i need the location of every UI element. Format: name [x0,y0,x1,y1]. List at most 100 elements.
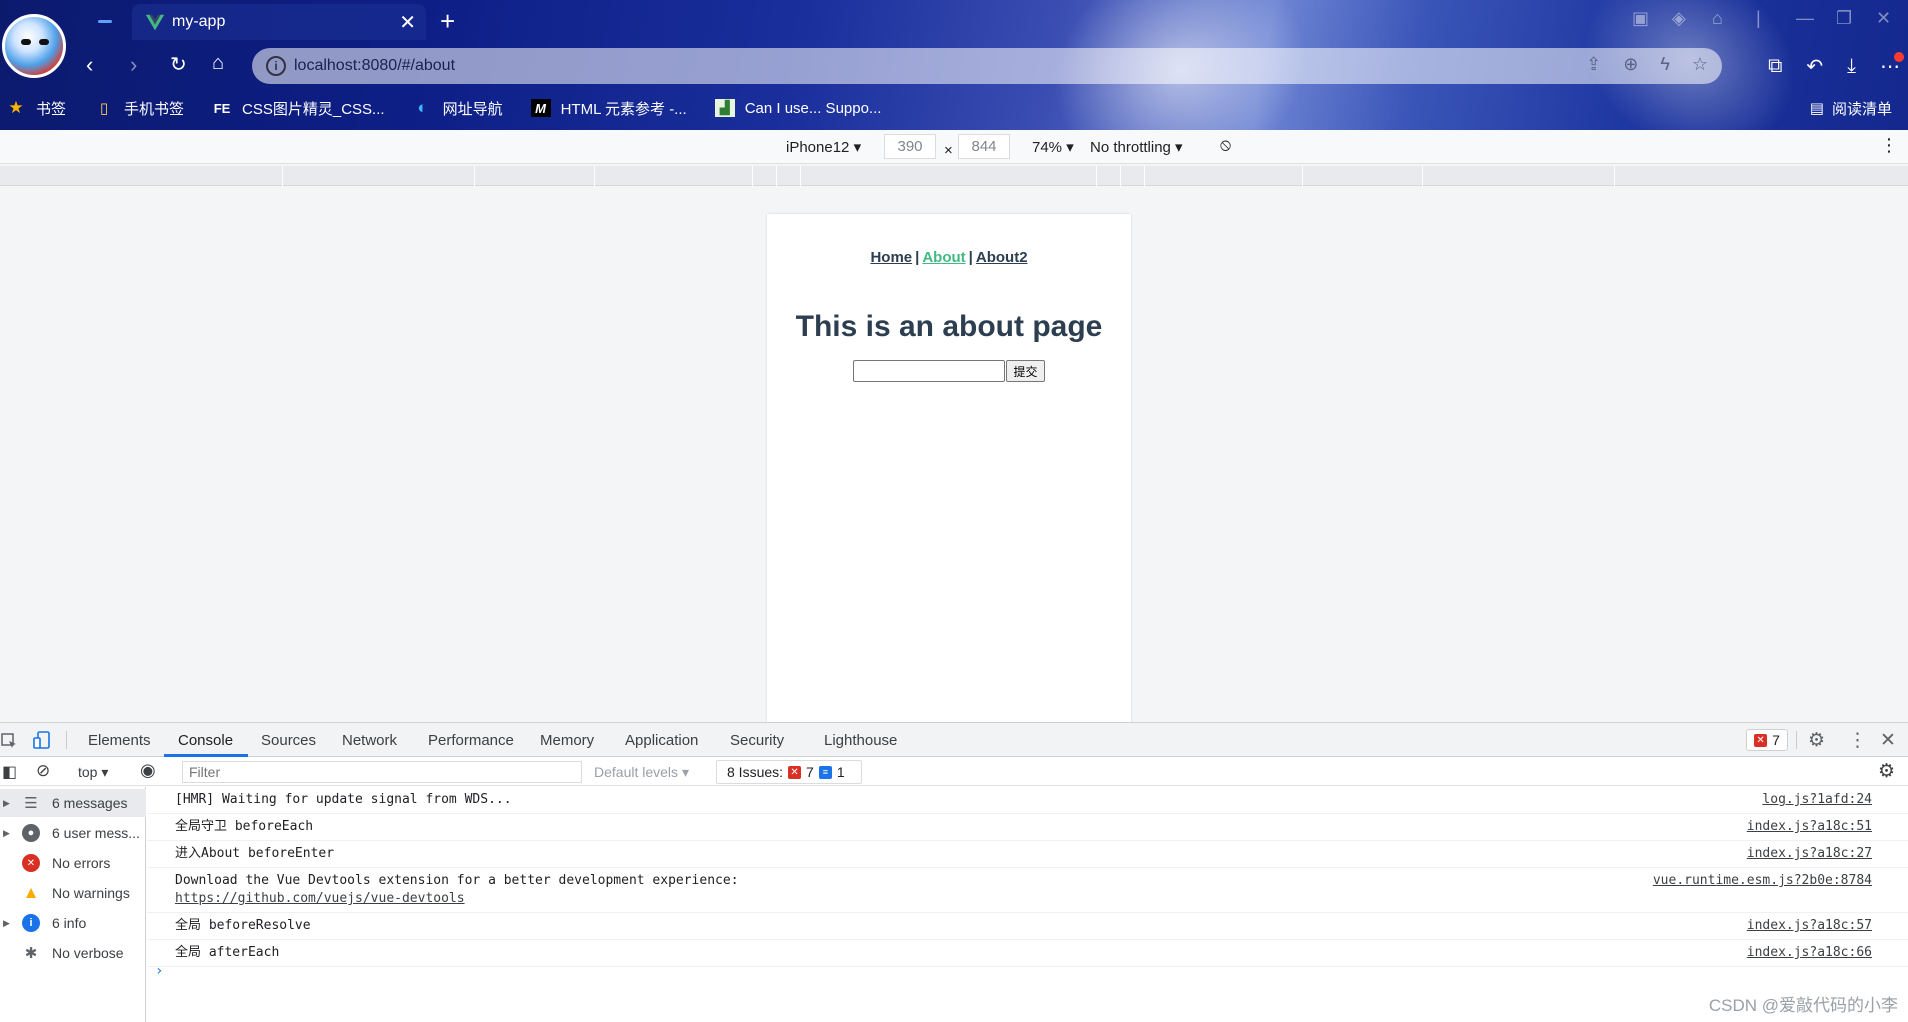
sidebar-item-label: No warnings [52,885,130,901]
dropdown-caret-icon: ▾ [1066,139,1074,156]
console-message: 全局 afterEach index.js?a18c:66 [147,940,1908,967]
favorite-star-icon[interactable]: ☆ [1692,54,1708,75]
kebab-menu-icon[interactable]: ⋮ [1848,729,1867,752]
bookmark-item[interactable]: FE CSS图片精灵_CSS... [212,98,385,119]
sidebar-item-label: No errors [52,855,111,871]
live-expression-eye-icon[interactable]: ◉ [140,760,156,781]
sidebar-toggle-icon[interactable]: ◧ [2,762,17,782]
console-filter-input[interactable] [182,761,582,783]
zoom-icon[interactable]: ⊕ [1623,54,1638,75]
message-source-link[interactable]: log.js?1afd:24 [1762,791,1872,809]
clear-console-icon[interactable]: ⊘ [36,761,50,781]
text-input[interactable] [853,360,1006,382]
rotate-icon[interactable]: ⦸ [1220,135,1231,155]
address-text[interactable]: localhost:8080/#/about [294,57,455,75]
back-icon[interactable]: ‹ [86,52,93,78]
console-settings-icon[interactable]: ⚙ [1878,760,1895,783]
refresh-icon[interactable]: ↻ [170,52,187,77]
sidebar-item-user-messages[interactable]: ▶ ● 6 user mess... [0,819,146,847]
extensions-icon[interactable]: ⧉ [1768,55,1782,78]
context-select[interactable]: top ▾ [78,764,108,781]
device-select[interactable]: iPhone12 ▾ [786,138,861,156]
tab-console[interactable]: Console [178,732,233,749]
nav-link-about[interactable]: About [922,249,965,266]
notification-dot [1894,52,1904,62]
tab-elements[interactable]: Elements [88,732,151,749]
log-levels-select[interactable]: Default levels ▾ [594,764,689,781]
bookmark-item[interactable]: ▟ Can I use... Suppo... [714,99,881,117]
avatar-eye-left [21,39,31,45]
download-icon[interactable]: ⤓ [1847,55,1856,78]
user-icon: ● [22,824,40,842]
inspect-element-icon[interactable] [0,732,18,750]
restore-icon[interactable]: ❐ [1836,8,1852,29]
nav-link-home[interactable]: Home [870,249,912,266]
home-icon[interactable]: ⌂ [212,52,224,75]
tab-count-icon[interactable]: ▣ [1632,8,1649,29]
address-bar[interactable]: i localhost:8080/#/about ⇪ ⊕ ϟ ☆ [252,48,1722,84]
error-count-badge[interactable]: ✕ 7 [1746,729,1788,751]
close-window-icon[interactable]: ✕ [1876,8,1891,29]
devtools-tabbar: Elements Console Sources Network Perform… [0,723,1908,757]
tab-performance[interactable]: Performance [428,732,514,749]
device-width-input[interactable]: 390 [884,134,936,159]
lightning-icon[interactable]: ϟ [1660,54,1670,75]
minimize-icon[interactable]: — [1796,8,1814,29]
console-message: Download the Vue Devtools extension for … [147,868,1908,913]
share-icon[interactable]: ⇪ [1586,54,1601,75]
message-source-link[interactable]: index.js?a18c:57 [1747,917,1872,935]
sidebar-item-errors[interactable]: ✕ No errors [0,849,146,877]
sidebar-item-verbose[interactable]: ✱ No verbose [0,939,146,967]
profile-avatar[interactable] [2,14,66,78]
message-source-link[interactable]: index.js?a18c:66 [1747,944,1872,962]
bookmark-item[interactable]: ◐ 网址导航 [413,98,502,119]
site-info-icon[interactable]: i [266,56,286,76]
reading-list[interactable]: ▤ 阅读清单 [1810,92,1892,124]
throttling-select[interactable]: No throttling ▾ [1090,138,1183,156]
console-prompt[interactable]: › [155,963,163,979]
message-url-link[interactable]: https://github.com/vuejs/vue-devtools [175,890,1908,908]
close-devtools-icon[interactable]: ✕ [1880,729,1896,752]
submit-button[interactable]: 提交 [1006,360,1045,382]
close-tab-icon[interactable]: ✕ [399,10,416,35]
tab-application[interactable]: Application [625,732,698,749]
sidebar-item-info[interactable]: ▶ i 6 info [0,909,146,937]
shirt-icon[interactable]: ⌂ [1712,8,1723,29]
new-tab-icon[interactable]: + [440,6,455,37]
settings-gear-icon[interactable]: ⚙ [1808,729,1825,752]
bookmark-item[interactable]: M HTML 元素参考 -... [530,98,687,119]
tab-sources[interactable]: Sources [261,732,316,749]
sidebar-item-label: 6 info [52,915,87,931]
console-message: 全局守卫 beforeEach index.js?a18c:51 [147,814,1908,841]
message-source-link[interactable]: index.js?a18c:51 [1747,818,1872,836]
device-toggle-icon[interactable] [32,730,52,750]
issues-button[interactable]: 8 Issues: ✕ 7 ≡ 1 [716,760,862,784]
tab-security[interactable]: Security [730,732,784,749]
media-query-ruler[interactable] [0,166,1908,186]
message-source-link[interactable]: vue.runtime.esm.js?2b0e:8784 [1653,872,1872,890]
sidebar-item-messages[interactable]: ▶ ☰ 6 messages [0,789,146,817]
tab-memory[interactable]: Memory [540,732,594,749]
tab-network[interactable]: Network [342,732,397,749]
zoom-select[interactable]: 74% ▾ [1032,138,1074,156]
nav-link-about2[interactable]: About2 [976,249,1028,266]
undo-icon[interactable]: ↶ [1806,54,1823,79]
message-source-link[interactable]: index.js?a18c:27 [1747,845,1872,863]
error-count: 7 [1772,732,1780,748]
sidebar-item-warnings[interactable]: ▲ No warnings [0,879,146,907]
bookmark-item[interactable]: ★ 书签 [6,98,66,119]
forward-icon[interactable]: › [130,52,137,78]
more-options-icon[interactable]: ⋮ [1880,135,1898,156]
tab-lighthouse[interactable]: Lighthouse [824,732,897,749]
reading-list-icon: ▤ [1809,100,1824,117]
game-icon[interactable]: ◈ [1672,8,1686,29]
bookmark-label: CSS图片精灵_CSS... [242,100,385,118]
pinned-tab[interactable] [88,8,128,36]
bookmark-item[interactable]: ▯ 手机书签 [94,98,184,119]
dropdown-caret-icon: ▾ [1175,139,1183,156]
device-height-input[interactable]: 844 [958,134,1010,159]
bookmark-label: 手机书签 [124,100,185,118]
csdn-watermark: CSDN @爱敲代码的小李 [1708,996,1898,1015]
tab-my-app[interactable]: my-app ✕ [132,4,426,40]
browser-chrome: my-app ✕ + ▣ ◈ ⌂ | — ❐ ✕ ‹ › ↻ ⌂ i local… [0,0,1908,130]
